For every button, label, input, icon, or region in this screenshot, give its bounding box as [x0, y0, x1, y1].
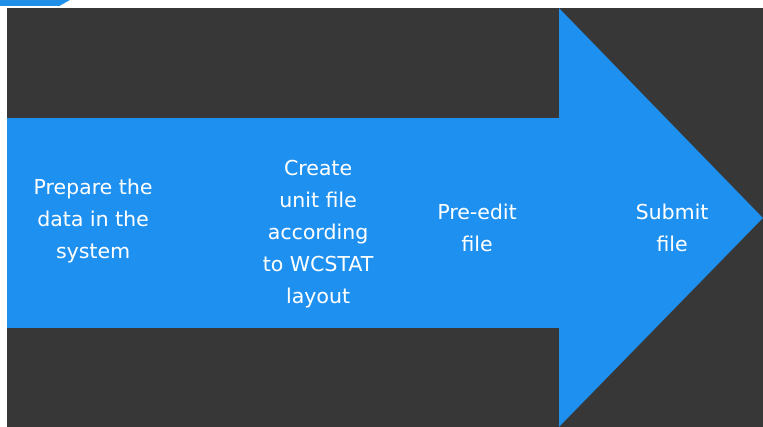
- step-prepare-data: Prepare the data in the system: [33, 175, 153, 263]
- slide-canvas: Prepare the data in the system Create un…: [0, 0, 763, 427]
- process-panel: Prepare the data in the system Create un…: [7, 8, 763, 427]
- step-submit-file: Submit file: [635, 200, 709, 256]
- step-pre-edit-file: Pre-edit file: [437, 200, 517, 256]
- title-remnant: [0, 0, 70, 6]
- step-create-unit-file: Create unit file according to WCSTAT lay…: [262, 156, 374, 308]
